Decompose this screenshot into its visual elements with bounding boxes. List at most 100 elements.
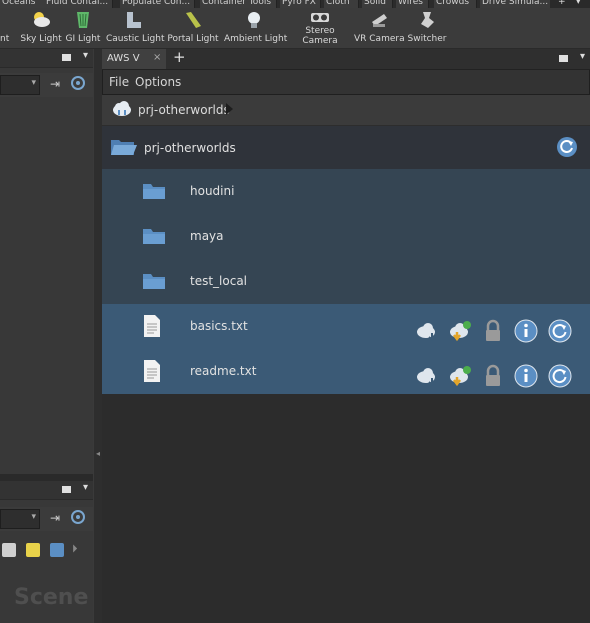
- cloud-sync-check-icon[interactable]: [448, 319, 472, 343]
- switcher-icon: [421, 12, 434, 28]
- cloud-download-icon[interactable]: [415, 364, 439, 388]
- pin-icon[interactable]: ⇥: [50, 511, 60, 525]
- maximize-pane-icon[interactable]: [62, 486, 71, 493]
- pane-header: ▾: [0, 49, 93, 68]
- current-folder-header: prj-otherworlds: [102, 126, 590, 169]
- tool-shelf: nt Sky Light GI Light Caustic Light Port…: [0, 8, 590, 49]
- sky-light-icon: [34, 12, 50, 27]
- shelf-tab-drive-simulation[interactable]: Drive Simula...: [480, 0, 551, 8]
- stereo-camera-icon: [311, 13, 329, 22]
- shelf-tab-solid[interactable]: Solid: [362, 0, 393, 8]
- menu-file[interactable]: File: [109, 75, 129, 89]
- tool-ambient-light[interactable]: Ambient Light: [224, 8, 288, 48]
- tool-label: Caustic Light: [106, 34, 165, 44]
- portal-light-icon: [186, 12, 201, 28]
- pane-divider[interactable]: ◂: [94, 49, 102, 623]
- pane-menu-icon[interactable]: ▾: [83, 50, 88, 61]
- shelf-menu-icon[interactable]: ▾: [576, 0, 581, 8]
- shelf-tab-crowds[interactable]: Crowds: [434, 0, 477, 8]
- tool-partial-label: nt: [0, 34, 10, 44]
- tab-label: AWS V: [107, 53, 140, 64]
- tool-label: Ambient Light: [224, 34, 288, 44]
- maximize-pane-icon[interactable]: [62, 54, 71, 61]
- tool-gi-light[interactable]: GI Light: [64, 8, 102, 48]
- add-tab-button[interactable]: +: [173, 48, 186, 66]
- pin-icon[interactable]: ⇥: [50, 77, 60, 91]
- directory-name: maya: [190, 229, 224, 243]
- text-file-icon: [144, 360, 160, 382]
- refresh-icon[interactable]: [548, 319, 572, 343]
- tool-label: GI Light: [65, 34, 101, 44]
- more-tools-icon[interactable]: ⏵: [72, 542, 78, 556]
- shelf-tab-populate-containers[interactable]: Populate Con...: [120, 0, 195, 8]
- tool-portal-light[interactable]: Portal Light: [166, 8, 220, 48]
- shelf-tab-container-tools[interactable]: Container Tools: [200, 0, 277, 8]
- shelf-tab-wires[interactable]: Wires: [396, 0, 429, 8]
- tool-switcher[interactable]: Switcher: [406, 8, 448, 48]
- list-item-file[interactable]: basics.txt: [102, 304, 590, 349]
- info-icon[interactable]: [514, 319, 538, 343]
- list-item-directory[interactable]: test_local: [102, 259, 590, 304]
- gi-light-icon: [77, 12, 89, 28]
- left-pane-bottom: ▾ ▾ ⇥ ⏵ Scene: [0, 481, 93, 623]
- divider-handle-icon[interactable]: ◂: [96, 449, 100, 458]
- add-shelf-icon[interactable]: +: [558, 0, 566, 8]
- left-pane-top: ▾ ▾ ⇥: [0, 49, 93, 474]
- pane-menu-icon[interactable]: ▾: [83, 482, 88, 493]
- list-item-directory[interactable]: maya: [102, 214, 590, 259]
- chevron-down-icon: ▾: [31, 78, 36, 88]
- caustic-light-icon: [127, 12, 141, 28]
- cloud-download-icon[interactable]: [415, 319, 439, 343]
- lock-icon[interactable]: [481, 319, 505, 343]
- pane-separator[interactable]: [0, 474, 93, 481]
- info-icon[interactable]: [514, 364, 538, 388]
- tool-label-line2: Camera: [302, 36, 338, 46]
- shelf-tab-tools[interactable]: + ▾: [550, 0, 590, 8]
- refresh-icon[interactable]: [548, 364, 572, 388]
- shelf-tab-fluid-containers[interactable]: Fluid Contai...: [44, 0, 113, 8]
- directory-name: test_local: [190, 274, 248, 288]
- tool-sky-light[interactable]: Sky Light: [20, 8, 62, 48]
- target-icon[interactable]: [71, 510, 85, 524]
- maximize-pane-icon[interactable]: [559, 55, 568, 62]
- list-item-directory[interactable]: houdini: [102, 169, 590, 214]
- path-dropdown[interactable]: ▾: [0, 509, 40, 529]
- shelf-tab-pyro-fx[interactable]: Pyro FX: [280, 0, 321, 8]
- empty-area: [102, 394, 590, 623]
- tool-caustic-light[interactable]: Caustic Light: [106, 8, 165, 48]
- pane-tab-bar: AWS V × + ▾: [102, 48, 590, 70]
- tool-label: Portal Light: [167, 34, 219, 44]
- sticky-note-icon[interactable]: [26, 543, 40, 557]
- tool-label: VR Camera: [354, 34, 405, 44]
- menu-options[interactable]: Options: [135, 75, 181, 89]
- open-folder-icon: [111, 140, 137, 155]
- file-list: basics.txt readme.txt: [102, 304, 590, 394]
- tab-aws-v[interactable]: AWS V ×: [102, 49, 166, 69]
- tool-label: Sky Light: [20, 34, 62, 44]
- breadcrumb-bucket[interactable]: prj-otherworlds: [138, 103, 230, 117]
- close-tab-icon[interactable]: ×: [153, 52, 161, 63]
- file-name: basics.txt: [190, 319, 248, 333]
- shelf-tab-cloth[interactable]: Cloth: [324, 0, 359, 8]
- target-icon[interactable]: [71, 76, 85, 90]
- image-icon[interactable]: [50, 543, 64, 557]
- pane-menu-icon[interactable]: ▾: [580, 51, 585, 62]
- network-layout-icon[interactable]: [2, 543, 16, 557]
- directory-name: houdini: [190, 184, 235, 198]
- pane-toolbar: ▾ ⇥: [0, 507, 93, 531]
- cloud-sync-check-icon[interactable]: [448, 364, 472, 388]
- list-item-file[interactable]: readme.txt: [102, 349, 590, 394]
- tool-vr-camera[interactable]: VR Camera: [354, 8, 405, 48]
- breadcrumb-chevron-icon[interactable]: [226, 103, 233, 115]
- breadcrumb: prj-otherworlds: [102, 95, 590, 126]
- shelf-tab-oceans[interactable]: Oceans: [0, 0, 45, 8]
- pane-toolbar: ▾ ⇥: [0, 73, 93, 97]
- cloud-icon[interactable]: [111, 100, 133, 118]
- aws-browser-pane: AWS V × + ▾ File Options prj-otherworlds…: [102, 48, 590, 623]
- path-dropdown[interactable]: ▾: [0, 75, 40, 95]
- lock-icon[interactable]: [481, 364, 505, 388]
- directory-list: houdini maya test_local: [102, 169, 590, 304]
- refresh-icon[interactable]: [556, 136, 578, 158]
- tool-partial[interactable]: nt: [0, 8, 12, 48]
- tool-stereo-camera[interactable]: Stereo Camera: [296, 8, 344, 48]
